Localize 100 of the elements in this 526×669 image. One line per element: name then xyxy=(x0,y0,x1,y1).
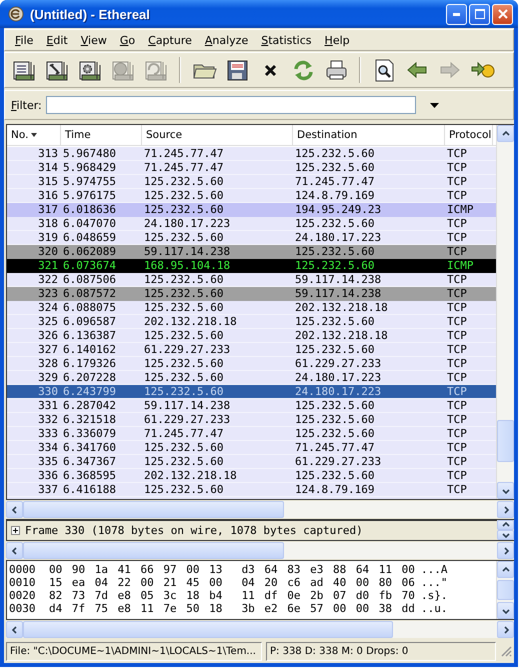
close-button[interactable] xyxy=(492,4,513,24)
minimize-button[interactable] xyxy=(446,4,467,24)
table-cell-text: 334 xyxy=(37,441,59,455)
table-cell-text: 6.336079 xyxy=(62,427,117,441)
scroll-up-button[interactable] xyxy=(497,561,514,578)
packet-row[interactable]: 314 5.968429 71.245.77.47 125.232.5.60 TCP xyxy=(7,161,496,175)
packet-row[interactable]: 323 6.087572 125.232.5.60 59.117.14.238 TCP xyxy=(7,287,496,301)
vertical-scrollbar[interactable] xyxy=(497,520,514,540)
table-cell-text: 71.245.77.47 xyxy=(143,147,224,161)
packet-row[interactable]: 325 6.096587 202.132.218.18 125.232.5.60 TCP xyxy=(7,315,496,329)
vertical-scrollbar[interactable] xyxy=(496,561,514,619)
table-cell-text: 168.95.104.18 xyxy=(143,259,232,273)
table-cell-text: ICMP xyxy=(446,203,474,217)
packet-row[interactable]: 326 6.136387 125.232.5.60 202.132.218.18 TCP xyxy=(7,329,496,343)
scroll-up-button[interactable] xyxy=(497,520,514,530)
scroll-right-button[interactable] xyxy=(497,542,514,559)
packet-row[interactable]: 334 6.341760 125.232.5.60 71.245.77.47 TCP xyxy=(7,441,496,455)
scroll-up-button[interactable] xyxy=(497,125,514,142)
table-cell-text: 125.232.5.60 xyxy=(294,413,376,427)
hex-bytes: d4 7f 75 e8 11 7e 50 18 3b e2 6e 57 00 00 38 dd xyxy=(49,602,416,615)
table-cell-text: 6.087572 xyxy=(62,287,117,301)
dropdown-caret-icon[interactable] xyxy=(430,102,439,108)
packet-row[interactable]: 332 6.321518 61.229.27.233 125.232.5.60 TCP xyxy=(7,413,496,427)
resize-grip-icon[interactable] xyxy=(500,645,512,657)
packet-row[interactable]: 317 6.018636 125.232.5.60 194.95.249.23 ICMP xyxy=(7,203,496,217)
table-cell-text: 316 xyxy=(37,189,59,203)
packet-row[interactable]: 320 6.062089 59.117.14.238 125.232.5.60 TCP xyxy=(7,245,496,259)
table-cell-text: 59.117.14.238 xyxy=(143,399,232,413)
scroll-left-button[interactable] xyxy=(6,542,23,559)
menu-item[interactable]: Go xyxy=(114,32,142,48)
packet-row[interactable]: 324 6.088075 125.232.5.60 202.132.218.18 TCP xyxy=(7,301,496,315)
packet-row[interactable]: 319 6.048659 125.232.5.60 24.180.17.223 TCP xyxy=(7,231,496,245)
table-cell-text: 61.229.27.233 xyxy=(294,455,382,469)
packet-row[interactable]: 322 6.087506 125.232.5.60 59.117.14.238 TCP xyxy=(7,273,496,287)
packet-row[interactable]: 328 6.179326 125.232.5.60 61.229.27.233 TCP xyxy=(7,357,496,371)
maximize-button[interactable] xyxy=(469,4,490,24)
scroll-left-button[interactable] xyxy=(6,501,23,518)
table-cell-text: 125.232.5.60 xyxy=(143,385,224,399)
column-label: Source xyxy=(146,129,182,141)
packet-row[interactable]: 335 6.347367 125.232.5.60 61.229.27.233 TCP xyxy=(7,455,496,469)
vertical-scrollbar[interactable] xyxy=(496,125,514,499)
scroll-down-button[interactable] xyxy=(497,602,514,619)
scroll-right-button[interactable] xyxy=(497,621,514,638)
packet-row[interactable]: 313 5.967480 71.245.77.47 125.232.5.60 TCP xyxy=(7,147,496,161)
packet-row[interactable]: 321 6.073674 168.95.104.18 125.232.5.60 ICMP xyxy=(7,259,496,273)
scroll-down-button[interactable] xyxy=(497,530,514,540)
table-cell-text: 328 xyxy=(37,357,59,371)
scroll-thumb[interactable] xyxy=(23,542,284,559)
table-cell-text: 202.132.218.18 xyxy=(143,315,238,329)
menu-item[interactable]: Statistics xyxy=(255,32,319,48)
table-cell-text: TCP xyxy=(446,413,468,427)
packet-row[interactable]: 318 6.047070 24.180.17.223 125.232.5.60 TCP xyxy=(7,217,496,231)
menu-item[interactable]: View xyxy=(74,32,114,48)
scroll-left-button[interactable] xyxy=(6,621,23,638)
table-cell-text: 24.180.17.223 xyxy=(294,231,382,245)
scroll-thumb[interactable] xyxy=(497,580,514,600)
status-counts: P: 338 D: 338 M: 0 Drops: 0 xyxy=(266,642,496,660)
maximize-icon xyxy=(474,9,484,19)
packet-row[interactable]: 336 6.368595 202.132.218.18 125.232.5.60 TCP xyxy=(7,469,496,483)
menu-item[interactable]: Edit xyxy=(40,32,75,48)
table-cell-text: 24.180.17.223 xyxy=(294,385,382,399)
table-cell-text: 323 xyxy=(37,287,59,301)
scroll-thumb[interactable] xyxy=(23,501,284,518)
scroll-right-button[interactable] xyxy=(497,501,514,518)
hex-bytes: 82 73 7d e8 05 3c 18 b4 11 df 0e 2b 07 d0 fb 70 xyxy=(49,589,416,602)
table-cell-text: 125.232.5.60 xyxy=(143,371,224,385)
hex-offset: 0010 xyxy=(9,576,36,589)
scroll-down-button[interactable] xyxy=(497,482,514,499)
filter-field[interactable] xyxy=(46,96,416,114)
table-cell-text: 59.117.14.238 xyxy=(294,273,382,287)
horizontal-scrollbar[interactable] xyxy=(6,501,514,518)
scroll-thumb[interactable] xyxy=(23,621,393,638)
table-cell-text: 315 xyxy=(37,175,59,189)
table-cell-text: 125.232.5.60 xyxy=(294,427,376,441)
horizontal-scrollbar[interactable] xyxy=(6,542,514,559)
menu-item[interactable]: Analyze xyxy=(198,32,256,48)
packet-row[interactable]: 330 6.243799 125.232.5.60 24.180.17.223 TCP xyxy=(7,385,496,399)
packet-row[interactable]: 331 6.287042 59.117.14.238 125.232.5.60 TCP xyxy=(7,399,496,413)
menu-item[interactable]: Capture xyxy=(142,32,199,48)
table-cell-text: 6.088075 xyxy=(62,301,117,315)
packet-row[interactable]: 329 6.207228 125.232.5.60 24.180.17.223 TCP xyxy=(7,371,496,385)
table-cell-text: 6.062089 xyxy=(62,245,117,259)
packet-row[interactable]: 327 6.140162 61.229.27.233 125.232.5.60 TCP xyxy=(7,343,496,357)
packet-row[interactable]: 315 5.974755 125.232.5.60 71.245.77.47 TCP xyxy=(7,175,496,189)
menu-item[interactable]: Help xyxy=(318,32,357,48)
table-cell-text: 322 xyxy=(37,273,59,287)
menu-item[interactable]: File xyxy=(9,32,40,48)
scroll-thumb[interactable] xyxy=(497,420,514,462)
packet-row[interactable]: 333 6.336079 71.245.77.47 125.232.5.60 TCP xyxy=(7,427,496,441)
table-cell-text: 125.232.5.60 xyxy=(143,301,224,315)
table-cell-text: TCP xyxy=(446,231,468,245)
hex-offset: 0020 xyxy=(9,589,36,602)
horizontal-scrollbar[interactable] xyxy=(6,621,514,638)
ascii-text: .s}. xyxy=(421,589,448,602)
packet-row[interactable]: 337 6.416188 125.232.5.60 124.8.79.169 TCP xyxy=(7,483,496,497)
packet-row[interactable]: 316 5.976175 125.232.5.60 124.8.79.169 TCP xyxy=(7,189,496,203)
table-cell-text: 320 xyxy=(37,245,59,259)
table-cell-text: 5.976175 xyxy=(62,189,117,203)
expand-icon[interactable] xyxy=(11,526,20,535)
table-cell-text: 71.245.77.47 xyxy=(294,175,376,189)
